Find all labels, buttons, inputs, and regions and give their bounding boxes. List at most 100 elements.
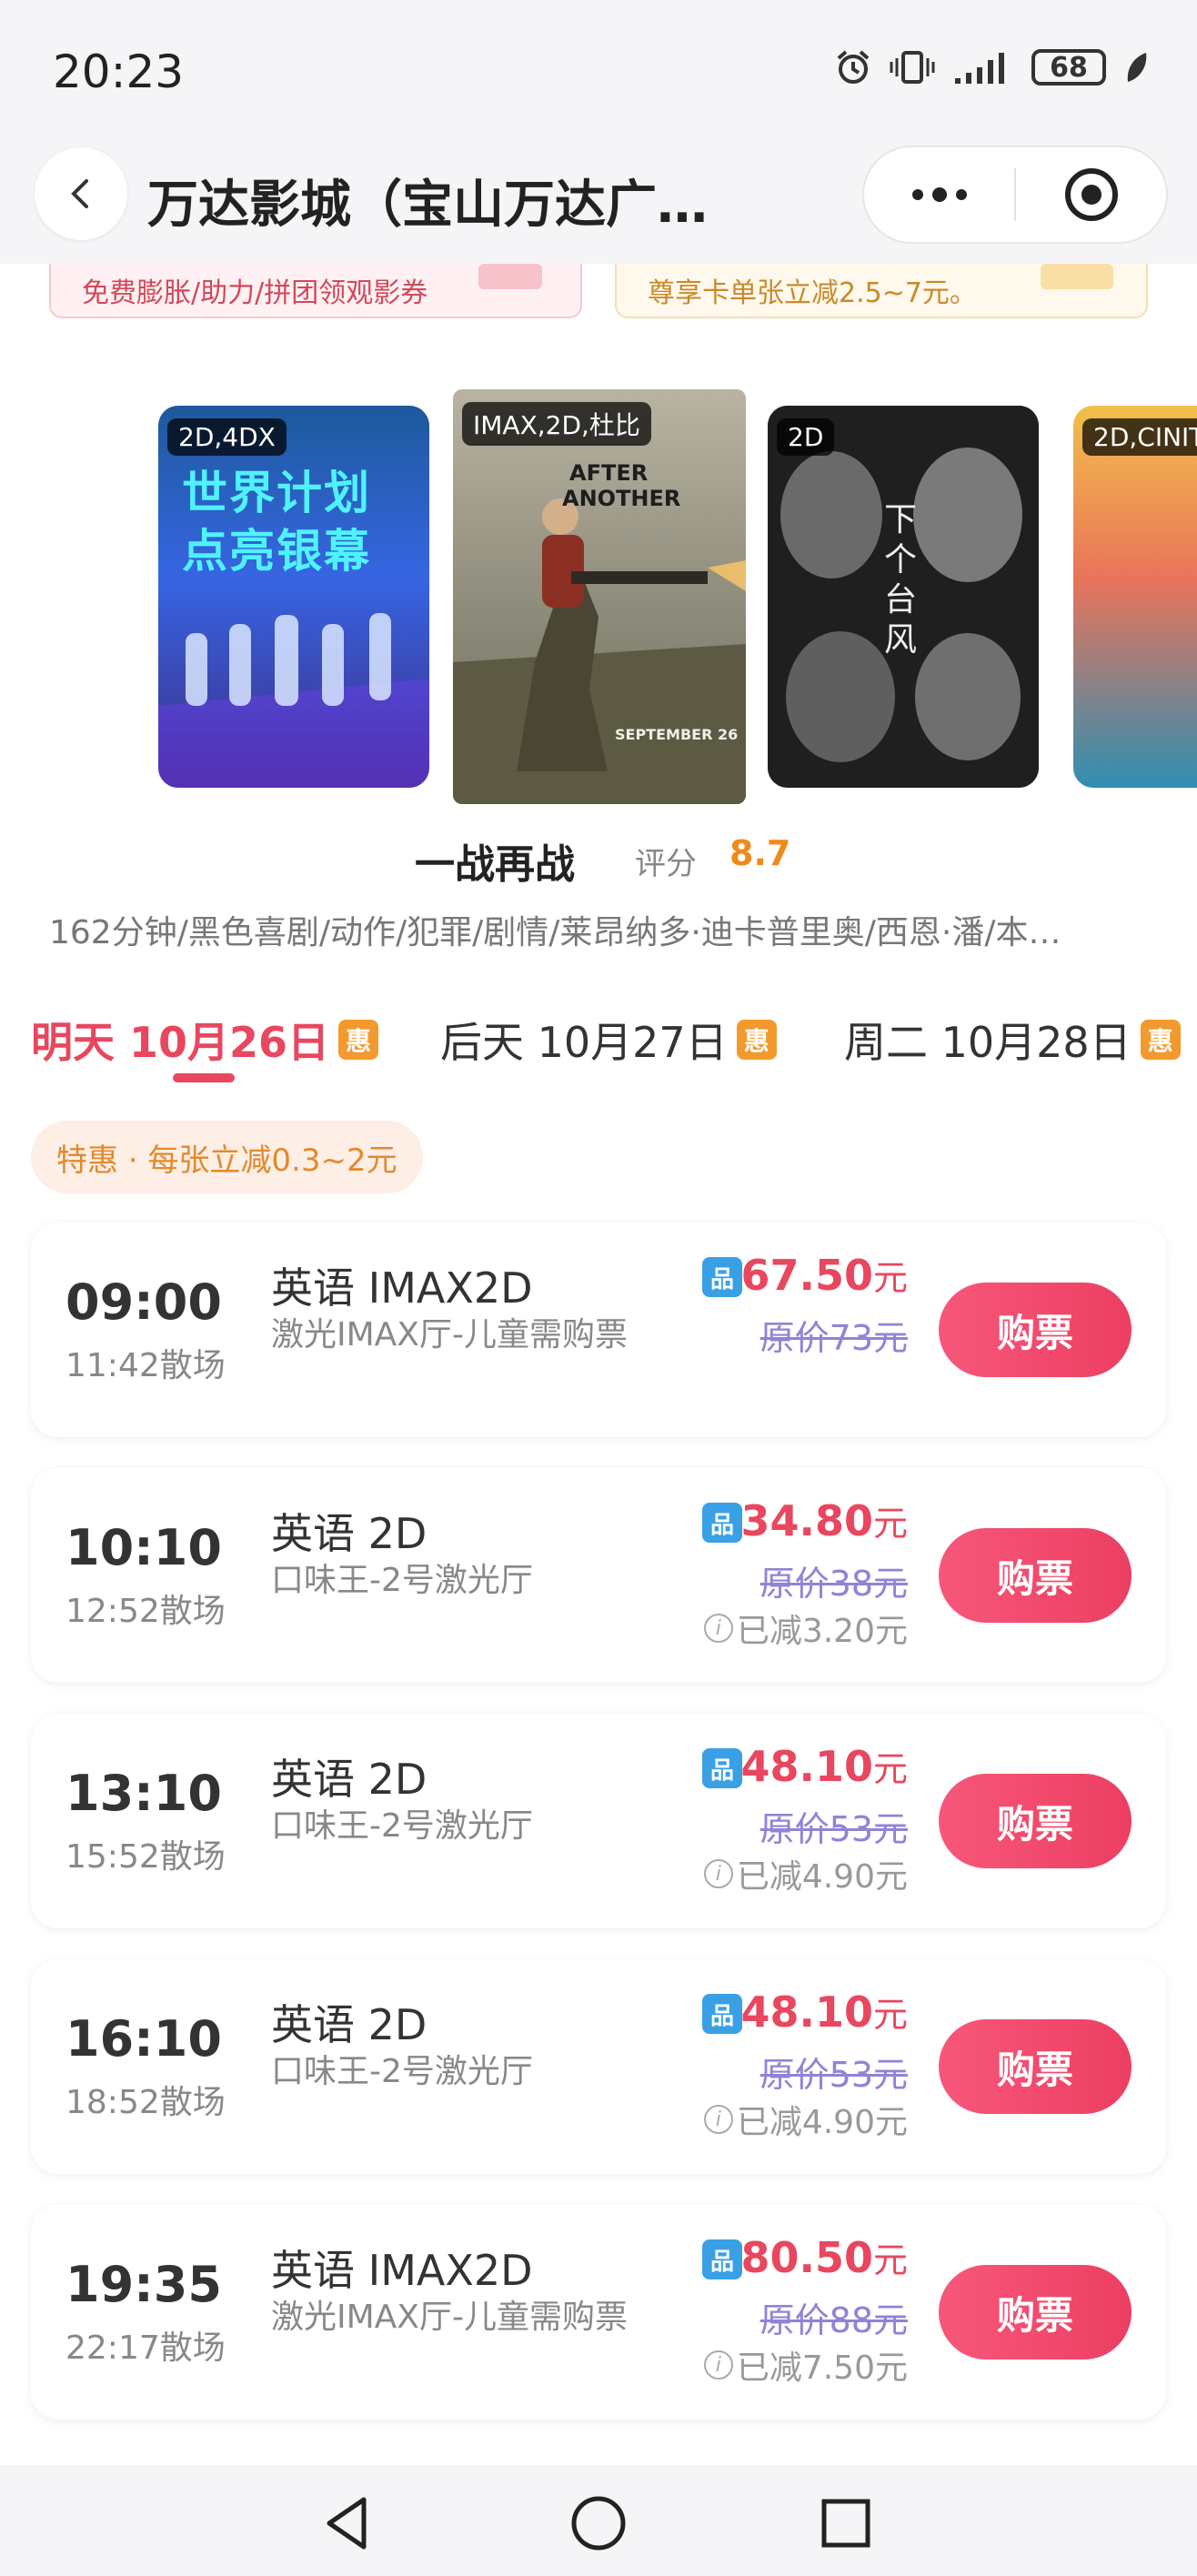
promo-coupon-card[interactable]: 免费膨胀/助力/拼团领观影券 bbox=[49, 264, 582, 318]
date-tab-tuesday[interactable]: 周二 10月28日 惠 bbox=[844, 1010, 1181, 1070]
page-title: 万达影城（宝山万达广… bbox=[147, 176, 708, 235]
alarm-icon bbox=[837, 50, 870, 84]
discount-badge: 惠 bbox=[338, 1020, 379, 1060]
original-price: 原价53元 bbox=[759, 2055, 908, 2095]
brand-badge: 品 bbox=[702, 1994, 742, 2034]
rating-label: 评分 bbox=[635, 846, 697, 882]
original-price: 原价53元 bbox=[759, 1809, 908, 1849]
poster-typhoon[interactable]: 2D 下 个 台 风 bbox=[768, 406, 1039, 788]
poster-project-sekai[interactable]: 2D,4DX 世界计划 点亮银幕 bbox=[158, 406, 429, 788]
nav-recents-button[interactable] bbox=[810, 2487, 882, 2560]
hall-name: 口味王-2号激光厅 bbox=[271, 1807, 533, 1845]
date-tab-day-after[interactable]: 后天 10月27日 惠 bbox=[440, 1010, 777, 1070]
price: 48.10元 bbox=[740, 1741, 908, 1791]
start-time: 10:10 bbox=[65, 1519, 222, 1576]
price: 48.10元 bbox=[740, 1987, 908, 2037]
poster-title-line2: 点亮银幕 bbox=[182, 525, 371, 578]
poster-release-date: SEPTEMBER 26 bbox=[615, 726, 739, 743]
price-unit: 元 bbox=[872, 1995, 908, 2035]
close-miniapp-button[interactable] bbox=[1016, 147, 1166, 242]
more-dots-icon bbox=[911, 187, 967, 202]
end-time: 12:52散场 bbox=[65, 1593, 226, 1630]
start-time: 13:10 bbox=[65, 1765, 222, 1822]
brand-badge: 品 bbox=[702, 1257, 742, 1297]
price-unit: 元 bbox=[872, 1258, 908, 1298]
price-unit: 元 bbox=[872, 1749, 908, 1789]
price: 34.80元 bbox=[740, 1495, 908, 1545]
promo-card-discount[interactable]: 尊享卡单张立减2.5~7元。 bbox=[615, 264, 1148, 318]
price-value: 48.10 bbox=[740, 1742, 873, 1791]
brand-badge: 品 bbox=[702, 1748, 742, 1788]
target-icon bbox=[1064, 168, 1118, 221]
buy-ticket-button[interactable]: 购票 bbox=[939, 2265, 1132, 2360]
language-format: 英语 IMAX2D bbox=[271, 1263, 533, 1313]
miniapp-capsule bbox=[862, 146, 1168, 244]
chevron-left-icon bbox=[71, 179, 88, 208]
movie-title: 一战再战 bbox=[415, 841, 575, 888]
promo-coupon-text: 免费膨胀/助力/拼团领观影券 bbox=[82, 277, 428, 309]
info-icon[interactable]: i bbox=[703, 1614, 733, 1643]
showtime-card[interactable]: 16:10 18:52散场 英语 2D 口味王-2号激光厅 品 48.10元 原… bbox=[31, 1959, 1166, 2174]
discount-badge: 惠 bbox=[736, 1020, 777, 1060]
buy-ticket-button[interactable]: 购票 bbox=[939, 1283, 1132, 1377]
showtime-card[interactable]: 13:10 15:52散场 英语 2D 口味王-2号激光厅 品 48.10元 原… bbox=[31, 1714, 1166, 1928]
poster-one-battle-after-another-selected[interactable]: IMAX,2D,杜比 AFTER ANOTHER SEPTEMBER 26 bbox=[453, 389, 746, 804]
saved-text: 已减4.90元 bbox=[736, 1858, 908, 1896]
buy-ticket-button[interactable]: 购票 bbox=[939, 1774, 1132, 1868]
nav-back-button[interactable] bbox=[311, 2487, 384, 2560]
triangle-back-icon bbox=[327, 2497, 367, 2550]
showtime-card[interactable]: 19:35 22:17散场 英语 IMAX2D 激光IMAX厅-儿童需购票 品 … bbox=[31, 2205, 1166, 2420]
saved-amount: i 已减3.20元 bbox=[703, 1605, 908, 1652]
price-unit: 元 bbox=[872, 2240, 908, 2280]
language-format: 英语 IMAX2D bbox=[271, 2246, 533, 2295]
back-button[interactable] bbox=[35, 147, 127, 240]
promo-discount-text: 尊享卡单张立减2.5~7元。 bbox=[648, 277, 977, 309]
circle-home-icon bbox=[571, 2496, 626, 2551]
info-icon[interactable]: i bbox=[703, 1859, 733, 1888]
end-time: 15:52散场 bbox=[65, 1838, 226, 1876]
status-time: 20:23 bbox=[53, 45, 185, 98]
rating-value: 8.7 bbox=[729, 833, 791, 873]
price-value: 34.80 bbox=[740, 1496, 873, 1545]
hall-name: 激光IMAX厅-儿童需购票 bbox=[271, 1316, 628, 1353]
info-icon[interactable]: i bbox=[703, 2105, 733, 2134]
brand-badge: 品 bbox=[702, 2239, 742, 2279]
start-time: 16:10 bbox=[65, 2010, 222, 2068]
poster-title-line2: ANOTHER bbox=[562, 486, 681, 511]
info-icon[interactable]: i bbox=[703, 2350, 733, 2380]
saved-text: 已减7.50元 bbox=[736, 2350, 908, 2387]
saved-text: 已减4.90元 bbox=[736, 2104, 908, 2141]
poster-title-line1: 世界计划 bbox=[182, 467, 371, 519]
leaf-icon bbox=[1127, 53, 1147, 82]
date-tab-label: 明天 10月26日 bbox=[31, 1018, 330, 1067]
hall-name: 激光IMAX厅-儿童需购票 bbox=[271, 2299, 628, 2336]
date-tab-tomorrow[interactable]: 明天 10月26日 惠 bbox=[31, 1010, 379, 1070]
status-icons: 68 bbox=[833, 47, 1150, 87]
movie-details: 162分钟/黑色喜剧/动作/犯罪/剧情/莱昂纳多·迪卡普里奥/西恩·潘/本… bbox=[49, 914, 1061, 951]
showtime-card[interactable]: 10:10 12:52散场 英语 2D 口味王-2号激光厅 品 34.80元 原… bbox=[31, 1468, 1166, 1683]
end-time: 18:52散场 bbox=[65, 2084, 226, 2121]
price-value: 48.10 bbox=[740, 1987, 873, 2037]
poster-title-line1: AFTER bbox=[569, 460, 649, 486]
discount-badge: 惠 bbox=[1140, 1020, 1181, 1060]
saved-amount: i 已减4.90元 bbox=[703, 1850, 908, 1897]
battery-indicator: 68 bbox=[1031, 49, 1106, 86]
square-recents-icon bbox=[821, 2499, 870, 2548]
poster-format-tag: 2D bbox=[777, 418, 835, 456]
vibrate-icon bbox=[890, 51, 935, 84]
hall-name: 口味王-2号激光厅 bbox=[271, 1562, 533, 1599]
price: 80.50元 bbox=[740, 2232, 908, 2282]
language-format: 英语 2D bbox=[271, 1755, 428, 1804]
buy-ticket-button[interactable]: 购票 bbox=[939, 1528, 1132, 1623]
poster-format-tag: IMAX,2D,杜比 bbox=[462, 402, 651, 446]
saved-amount: i 已减4.90元 bbox=[703, 2096, 908, 2143]
more-button[interactable] bbox=[864, 147, 1014, 242]
buy-ticket-button[interactable]: 购票 bbox=[939, 2019, 1132, 2114]
nav-home-button[interactable] bbox=[562, 2487, 635, 2560]
showtime-card[interactable]: 09:00 11:42散场 英语 IMAX2D 激光IMAX厅-儿童需购票 品 … bbox=[31, 1223, 1166, 1437]
poster-partial[interactable]: 2D,CINIT bbox=[1073, 406, 1197, 788]
poster-title-char4: 风 bbox=[884, 621, 918, 659]
original-price: 原价88元 bbox=[759, 2300, 908, 2340]
system-nav-bar bbox=[0, 2465, 1197, 2576]
language-format: 英语 2D bbox=[271, 2000, 428, 2049]
